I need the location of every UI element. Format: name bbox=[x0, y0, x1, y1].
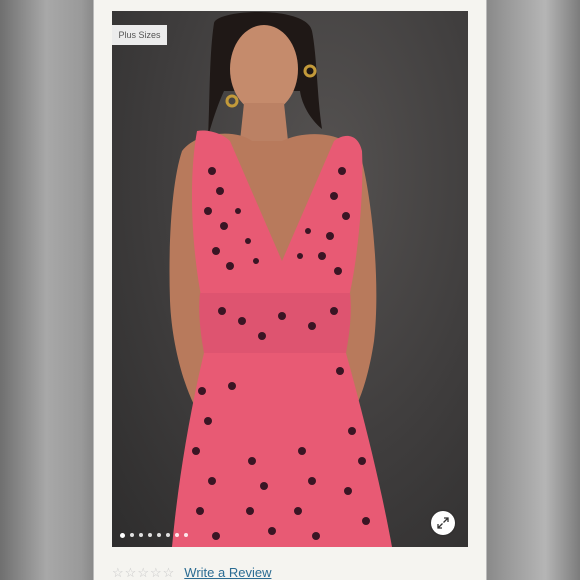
carousel-dot[interactable] bbox=[166, 533, 170, 537]
write-review-link[interactable]: Write a Review bbox=[184, 565, 271, 580]
plus-sizes-badge[interactable]: Plus Sizes bbox=[112, 25, 167, 45]
model-in-dress-illustration bbox=[169, 11, 392, 547]
star-icon: ☆ bbox=[112, 565, 124, 580]
expand-icon bbox=[437, 517, 449, 529]
star-icon: ☆ bbox=[162, 565, 175, 580]
carousel-dot[interactable] bbox=[120, 532, 125, 538]
star-rating: ☆ ☆ ☆ ☆ ☆ bbox=[112, 565, 174, 580]
rating-row: ☆ ☆ ☆ ☆ ☆ Write a Review bbox=[112, 565, 271, 580]
carousel-dot[interactable] bbox=[157, 533, 161, 537]
star-icon: ☆ bbox=[137, 565, 149, 580]
carousel-indicators bbox=[120, 532, 188, 538]
carousel-dot[interactable] bbox=[184, 533, 188, 537]
star-icon: ☆ bbox=[124, 565, 137, 580]
star-icon: ☆ bbox=[149, 565, 162, 580]
carousel-dot[interactable] bbox=[148, 533, 152, 537]
carousel-dot[interactable] bbox=[139, 533, 143, 537]
carousel-dot[interactable] bbox=[130, 533, 134, 537]
product-image[interactable] bbox=[112, 11, 468, 547]
expand-image-button[interactable] bbox=[431, 511, 455, 535]
carousel-dot[interactable] bbox=[175, 533, 179, 537]
